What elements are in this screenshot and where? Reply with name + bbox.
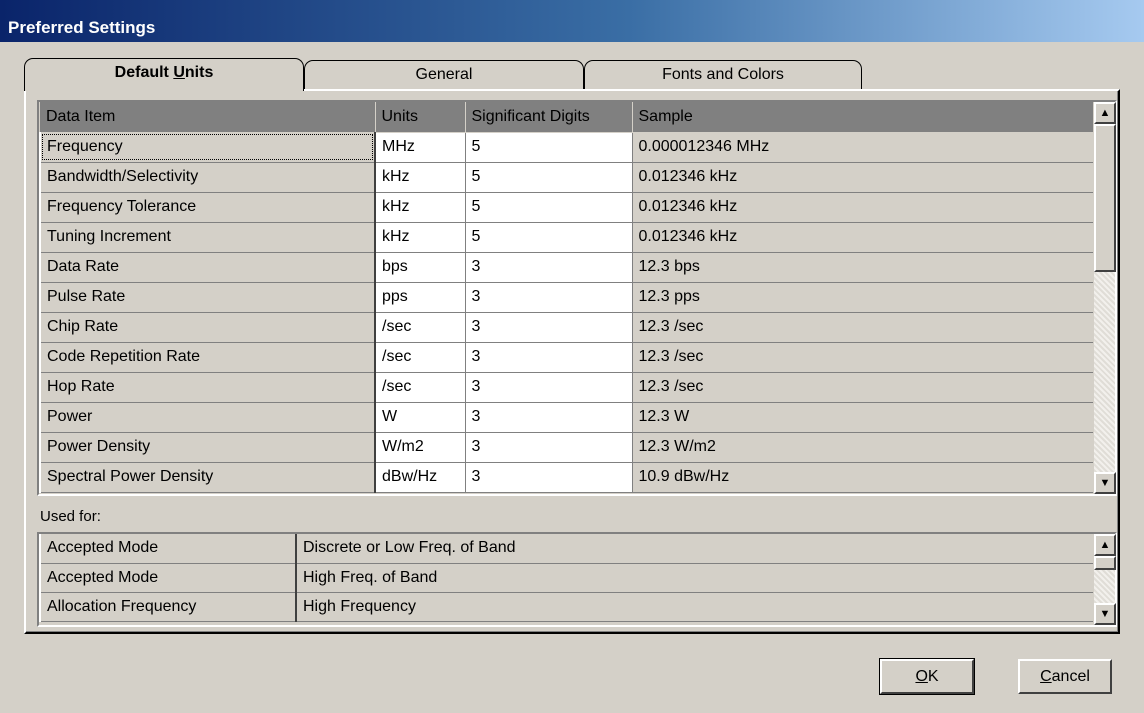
units-table: Data Item Units Significant Digits Sampl… (39, 102, 1095, 493)
significant-digits-cell[interactable]: 3 (465, 342, 633, 373)
table-row[interactable]: Frequency Tolerance kHz 5 0.012346 kHz (39, 192, 1095, 223)
table-row[interactable]: Tuning Increment kHz 5 0.012346 kHz (39, 222, 1095, 253)
used-for-field-cell: Accepted Mode (39, 563, 297, 593)
grid-scroll-down-button[interactable]: ▼ (1094, 472, 1116, 494)
cancel-button[interactable]: Cancel (1018, 659, 1112, 694)
table-row[interactable]: Bandwidth/Selectivity kHz 5 0.012346 kHz (39, 162, 1095, 193)
units-cell[interactable]: /sec (375, 342, 466, 373)
arrow-down-icon: ▼ (1099, 477, 1111, 489)
units-cell[interactable]: kHz (375, 222, 466, 253)
units-cell[interactable]: kHz (375, 162, 466, 193)
sample-cell: 0.012346 kHz (632, 222, 1095, 253)
significant-digits-cell[interactable]: 5 (465, 222, 633, 253)
used-for-field-cell: Accepted Mode (39, 534, 297, 564)
data-item-cell[interactable]: Power (39, 402, 376, 433)
title-bar: Preferred Settings (0, 0, 1144, 42)
data-item-cell[interactable]: Hop Rate (39, 372, 376, 403)
units-grid[interactable]: Data Item Units Significant Digits Sampl… (37, 100, 1117, 496)
col-header-data-item[interactable]: Data Item (40, 102, 376, 133)
tab-general[interactable]: General (304, 60, 584, 90)
sample-cell: 0.000012346 MHz (632, 132, 1095, 163)
data-item-cell[interactable]: Code Repetition Rate (39, 342, 376, 373)
table-row[interactable]: Power W 3 12.3 W (39, 402, 1095, 433)
data-item-cell[interactable]: Frequency Tolerance (39, 192, 376, 223)
sample-cell: 10.9 dBw/Hz (632, 462, 1095, 493)
sample-cell: 12.3 pps (632, 282, 1095, 313)
table-row[interactable]: Code Repetition Rate /sec 3 12.3 /sec (39, 342, 1095, 373)
arrow-down-icon: ▼ (1099, 608, 1111, 620)
significant-digits-cell[interactable]: 3 (465, 282, 633, 313)
used-for-table: Accepted Mode Discrete or Low Freq. of B… (39, 534, 1095, 622)
table-row[interactable]: Pulse Rate pps 3 12.3 pps (39, 282, 1095, 313)
sample-cell: 12.3 W/m2 (632, 432, 1095, 463)
data-item-cell[interactable]: Frequency (39, 132, 376, 163)
used-for-scroll-down-button[interactable]: ▼ (1094, 603, 1116, 625)
significant-digits-cell[interactable]: 3 (465, 312, 633, 343)
sample-cell: 12.3 /sec (632, 372, 1095, 403)
data-item-cell[interactable]: Spectral Power Density (39, 462, 376, 493)
sample-cell: 12.3 bps (632, 252, 1095, 283)
data-item-cell[interactable]: Pulse Rate (39, 282, 376, 313)
significant-digits-cell[interactable]: 3 (465, 402, 633, 433)
col-header-sample[interactable]: Sample (632, 102, 1095, 133)
table-row[interactable]: Frequency MHz 5 0.000012346 MHz (39, 132, 1095, 163)
tab-fonts-and-colors[interactable]: Fonts and Colors (584, 60, 862, 90)
data-item-cell[interactable]: Data Rate (39, 252, 376, 283)
used-for-label: Used for: (40, 508, 101, 525)
grid-header-row: Data Item Units Significant Digits Sampl… (40, 102, 1095, 133)
arrow-up-icon: ▲ (1099, 107, 1111, 119)
sample-cell: 0.012346 kHz (632, 162, 1095, 193)
significant-digits-cell[interactable]: 5 (465, 192, 633, 223)
units-cell[interactable]: /sec (375, 372, 466, 403)
significant-digits-cell[interactable]: 5 (465, 162, 633, 193)
sample-cell: 12.3 W (632, 402, 1095, 433)
grid-scroll-thumb[interactable] (1094, 124, 1116, 272)
used-for-description-cell: Discrete or Low Freq. of Band (296, 534, 1095, 564)
significant-digits-cell[interactable]: 3 (465, 372, 633, 403)
used-for-vertical-scrollbar[interactable]: ▲ ▼ (1093, 534, 1116, 625)
units-cell[interactable]: bps (375, 252, 466, 283)
data-item-cell[interactable]: Tuning Increment (39, 222, 376, 253)
table-row[interactable]: Data Rate bps 3 12.3 bps (39, 252, 1095, 283)
significant-digits-cell[interactable]: 3 (465, 252, 633, 283)
sample-cell: 12.3 /sec (632, 342, 1095, 373)
table-row[interactable]: Power Density W/m2 3 12.3 W/m2 (39, 432, 1095, 463)
ok-button[interactable]: OK (879, 658, 975, 695)
tab-default-units[interactable]: Default Units (24, 58, 304, 91)
tab-strip: Default Units General Fonts and Colors (24, 58, 864, 91)
list-item[interactable]: Accepted Mode High Freq. of Band (39, 563, 1095, 593)
units-cell[interactable]: W/m2 (375, 432, 466, 463)
data-item-cell[interactable]: Power Density (39, 432, 376, 463)
units-cell[interactable]: dBw/Hz (375, 462, 466, 493)
window-title: Preferred Settings (8, 18, 156, 37)
significant-digits-cell[interactable]: 3 (465, 462, 633, 493)
list-item[interactable]: Accepted Mode Discrete or Low Freq. of B… (39, 534, 1095, 564)
significant-digits-cell[interactable]: 3 (465, 432, 633, 463)
table-row[interactable]: Chip Rate /sec 3 12.3 /sec (39, 312, 1095, 343)
units-cell[interactable]: kHz (375, 192, 466, 223)
units-cell[interactable]: MHz (375, 132, 466, 163)
table-row[interactable]: Hop Rate /sec 3 12.3 /sec (39, 372, 1095, 403)
used-for-scroll-up-button[interactable]: ▲ (1094, 534, 1116, 556)
list-item[interactable]: Allocation Frequency High Frequency (39, 592, 1095, 622)
arrow-up-icon: ▲ (1099, 539, 1111, 551)
units-cell[interactable]: /sec (375, 312, 466, 343)
table-row[interactable]: Spectral Power Density dBw/Hz 3 10.9 dBw… (39, 462, 1095, 493)
used-for-description-cell: High Freq. of Band (296, 563, 1095, 593)
sample-cell: 12.3 /sec (632, 312, 1095, 343)
units-cell[interactable]: W (375, 402, 466, 433)
sample-cell: 0.012346 kHz (632, 192, 1095, 223)
data-item-cell[interactable]: Bandwidth/Selectivity (39, 162, 376, 193)
used-for-scroll-thumb[interactable] (1094, 556, 1116, 570)
units-cell[interactable]: pps (375, 282, 466, 313)
grid-vertical-scrollbar[interactable]: ▲ ▼ (1093, 102, 1116, 494)
col-header-units[interactable]: Units (375, 102, 466, 133)
col-header-significant-digits[interactable]: Significant Digits (465, 102, 633, 133)
used-for-field-cell: Allocation Frequency (39, 592, 297, 622)
used-for-description-cell: High Frequency (296, 592, 1095, 622)
data-item-cell[interactable]: Chip Rate (39, 312, 376, 343)
significant-digits-cell[interactable]: 5 (465, 132, 633, 163)
grid-scroll-up-button[interactable]: ▲ (1094, 102, 1116, 124)
used-for-list[interactable]: Accepted Mode Discrete or Low Freq. of B… (37, 532, 1117, 627)
